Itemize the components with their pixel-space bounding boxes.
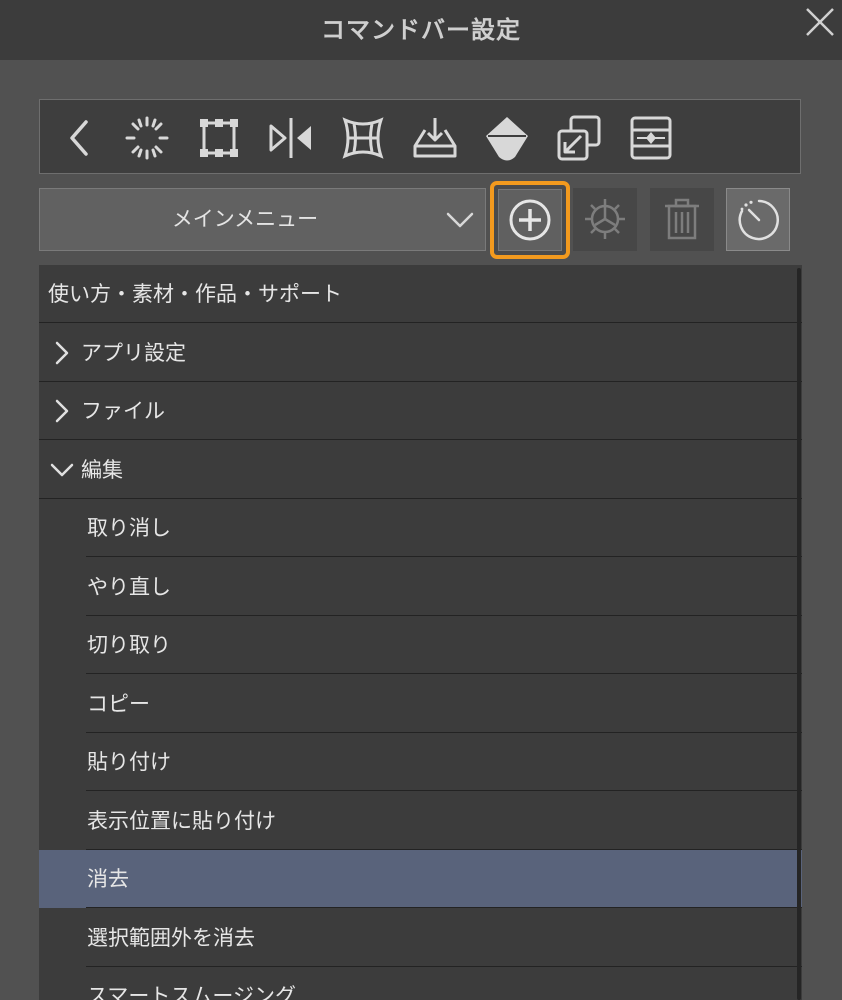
list-item-label: 編集	[81, 457, 123, 482]
command-list: 使い方・素材・作品・サポートアプリ設定ファイル編集取り消しやり直し切り取りコピー…	[39, 265, 802, 1000]
timer-icon	[738, 199, 779, 241]
list-item-label: 切り取り	[87, 633, 171, 657]
list-item[interactable]: 貼り付け	[39, 733, 802, 791]
flip-horizontal-icon[interactable]	[265, 112, 317, 164]
chevron-right-icon	[55, 341, 69, 364]
menu-selector-dropdown[interactable]: メインメニュー	[39, 188, 486, 251]
list-item-label: 取り消し	[87, 516, 171, 540]
list-item[interactable]: やり直し	[39, 558, 802, 616]
list-item[interactable]: 切り取り	[39, 616, 802, 674]
back-arrow-icon[interactable]	[54, 112, 106, 164]
gear-icon	[585, 199, 625, 239]
list-item[interactable]: 消去	[39, 850, 802, 908]
list-item-label: アプリ設定	[81, 340, 186, 365]
list-item[interactable]: 表示位置に貼り付け	[39, 792, 802, 850]
window-title: コマンドバー設定	[321, 16, 521, 44]
select-all-icon[interactable]	[121, 112, 173, 164]
list-item[interactable]: 使い方・素材・作品・サポート	[39, 265, 802, 323]
list-item-label: コピー	[87, 691, 150, 716]
trash-icon	[665, 198, 699, 240]
list-group-header[interactable]: アプリ設定	[39, 324, 802, 382]
timer-button[interactable]	[726, 188, 790, 251]
mesh-transform-icon[interactable]	[337, 112, 389, 164]
layer-order-icon[interactable]	[625, 112, 677, 164]
command-settings-button[interactable]	[573, 188, 637, 251]
transform-icon[interactable]	[193, 112, 245, 164]
list-group-header[interactable]: 編集	[39, 441, 802, 499]
close-icon[interactable]	[804, 6, 836, 38]
menu-selector-label: メインメニュー	[171, 207, 319, 231]
duplicate-layer-icon[interactable]	[553, 112, 605, 164]
list-item-label: 消去	[87, 867, 129, 891]
list-item-label: 貼り付け	[87, 750, 171, 774]
list-scrollbar[interactable]	[797, 268, 801, 1000]
list-item-label: 使い方・素材・作品・サポート	[48, 282, 342, 306]
chevron-down-icon	[446, 212, 474, 228]
list-item-label: スマートスムージング	[87, 984, 296, 1000]
chevron-right-icon	[55, 399, 69, 423]
add-command-button[interactable]	[490, 181, 570, 259]
list-group-header[interactable]: ファイル	[39, 382, 802, 440]
list-item[interactable]: コピー	[39, 675, 802, 733]
title-bar: コマンドバー設定	[0, 0, 842, 60]
list-item-label: 表示位置に貼り付け	[87, 808, 276, 833]
list-item[interactable]: 選択範囲外を消去	[39, 909, 802, 967]
list-item-label: 選択範囲外を消去	[87, 925, 255, 950]
fill-icon[interactable]	[481, 112, 533, 164]
delete-button[interactable]	[650, 188, 714, 251]
import-icon[interactable]	[409, 112, 461, 164]
list-item[interactable]: 取り消し	[39, 499, 802, 557]
list-item-label: やり直し	[87, 574, 171, 599]
plus-circle-icon	[509, 199, 551, 241]
chevron-down-icon	[50, 463, 74, 476]
command-bar-preview	[39, 99, 801, 174]
list-item-label: ファイル	[81, 399, 165, 423]
list-item[interactable]: スマートスムージング	[39, 967, 802, 1000]
add-command-button-face	[498, 189, 562, 251]
